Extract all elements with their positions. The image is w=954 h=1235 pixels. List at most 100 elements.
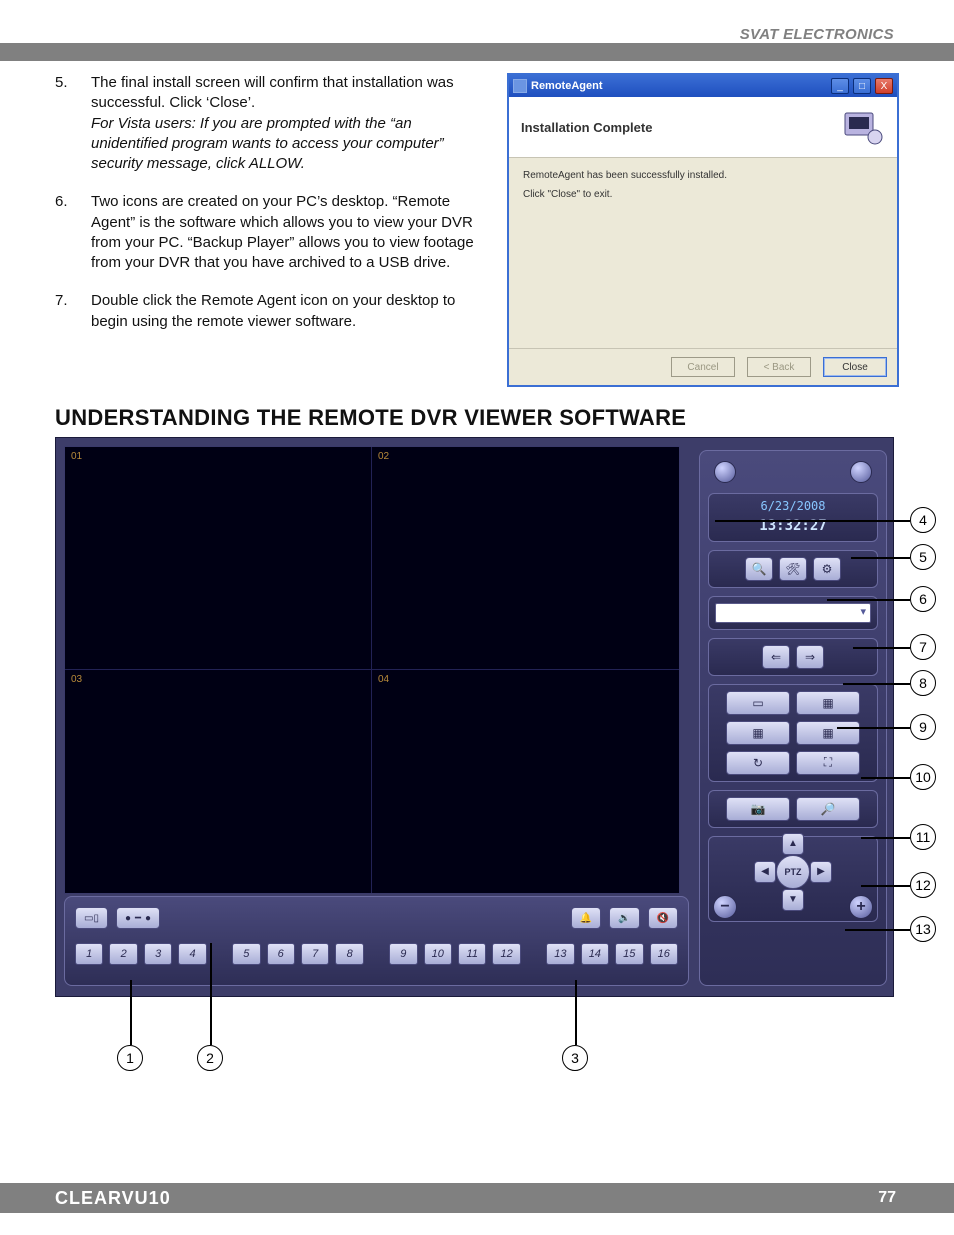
- channel-button-15[interactable]: 15: [615, 943, 643, 965]
- ptz-center-button[interactable]: PTZ: [776, 855, 810, 889]
- channel-button-3[interactable]: 3: [144, 943, 172, 965]
- close-icon[interactable]: [850, 461, 872, 483]
- layout-4-icon[interactable]: ▦: [796, 691, 860, 715]
- installer-heading: Installation Complete: [521, 120, 839, 135]
- installer-msg: RemoteAgent has been successfully instal…: [523, 170, 883, 181]
- site-dropdown[interactable]: [715, 603, 871, 623]
- dvr-viewer: 01 02 03 04 6/23/2008 13:32:27 🔍 🛠 ⚙: [55, 437, 894, 997]
- callout-11: 11: [916, 829, 931, 845]
- date-text: 6/23/2008: [760, 500, 825, 513]
- time-text: 13:32:27: [759, 519, 826, 534]
- maximize-button[interactable]: □: [853, 78, 871, 94]
- layout-16-icon[interactable]: ▦: [796, 721, 860, 745]
- sidebar-top-row: [708, 459, 878, 485]
- settings-icon[interactable]: ⚙: [813, 557, 841, 581]
- channel-button-7[interactable]: 7: [301, 943, 329, 965]
- callout-2: 2: [206, 1050, 214, 1066]
- zoom-out-icon[interactable]: −: [713, 895, 737, 919]
- section-heading: UNDERSTANDING THE REMOTE DVR VIEWER SOFT…: [55, 405, 686, 431]
- channel-button-10[interactable]: 10: [424, 943, 452, 965]
- channel-button-9[interactable]: 9: [389, 943, 417, 965]
- video-channel-4[interactable]: 04: [372, 670, 679, 893]
- snapshot-icon[interactable]: 📷: [726, 797, 790, 821]
- mute-button[interactable]: 🔇: [648, 907, 678, 929]
- dvr-viewer-wrap: 01 02 03 04 6/23/2008 13:32:27 🔍 🛠 ⚙: [55, 437, 894, 997]
- channel-label: 02: [378, 451, 389, 462]
- record-button[interactable]: ●━●: [116, 907, 160, 929]
- installer-body: RemoteAgent has been successfully instal…: [509, 158, 897, 348]
- channel-button-5[interactable]: 5: [232, 943, 260, 965]
- ptz-left-icon[interactable]: ◀: [754, 861, 776, 883]
- channel-button-12[interactable]: 12: [492, 943, 520, 965]
- fullscreen-icon[interactable]: ⛶: [796, 751, 860, 775]
- installer-footer: Cancel < Back Close: [509, 348, 897, 385]
- callout-4: 4: [919, 512, 927, 528]
- content-area: 5. The final install screen will confirm…: [55, 73, 899, 350]
- site-dropdown-row: [708, 596, 878, 630]
- instruction-item: 6. Two icons are created on your PC’s de…: [55, 192, 485, 273]
- instruction-item: 7. Double click the Remote Agent icon on…: [55, 291, 485, 332]
- back-button[interactable]: < Back: [747, 357, 811, 377]
- tools-icon[interactable]: 🛠: [779, 557, 807, 581]
- step-number: 7.: [55, 291, 73, 332]
- audio-button[interactable]: 🔉: [609, 907, 639, 929]
- zoom-icon[interactable]: 🔎: [796, 797, 860, 821]
- channel-button-13[interactable]: 13: [546, 943, 574, 965]
- instruction-item: 5. The final install screen will confirm…: [55, 73, 485, 174]
- window-close-button[interactable]: X: [875, 78, 893, 94]
- channel-label: 03: [71, 674, 82, 685]
- step-text: The final install screen will confirm th…: [91, 74, 454, 111]
- video-channel-2[interactable]: 02: [372, 447, 679, 670]
- footer-page-number: 77: [878, 1189, 896, 1207]
- layout-9-icon[interactable]: ▦: [726, 721, 790, 745]
- channel-button-6[interactable]: 6: [267, 943, 295, 965]
- cancel-button[interactable]: Cancel: [671, 357, 735, 377]
- channel-button-8[interactable]: 8: [335, 943, 363, 965]
- minimize-button[interactable]: _: [831, 78, 849, 94]
- hdd-indicator: ▭▯: [75, 907, 108, 929]
- channel-button-11[interactable]: 11: [458, 943, 486, 965]
- video-channel-1[interactable]: 01: [65, 447, 372, 670]
- channel-button-4[interactable]: 4: [178, 943, 206, 965]
- channel-label: 01: [71, 451, 82, 462]
- app-icon: [513, 79, 527, 93]
- manual-page: SVAT ELECTRONICS now you can see 5. The …: [0, 0, 954, 1235]
- minimize-icon[interactable]: [714, 461, 736, 483]
- ptz-up-icon[interactable]: ▲: [782, 833, 804, 855]
- callout-8: 8: [919, 675, 927, 691]
- channel-button-16[interactable]: 16: [650, 943, 678, 965]
- callout-6: 6: [919, 591, 927, 607]
- step-number: 5.: [55, 73, 73, 174]
- tools-row: 🔍 🛠 ⚙: [708, 550, 878, 588]
- window-title: RemoteAgent: [531, 80, 827, 92]
- bottombar-row1: ▭▯ ●━● 🔔 🔉 🔇: [75, 903, 678, 933]
- search-icon[interactable]: 🔍: [745, 557, 773, 581]
- connect-icon[interactable]: ⇐: [762, 645, 790, 669]
- instructions-list: 5. The final install screen will confirm…: [55, 73, 485, 332]
- sequence-icon[interactable]: ↻: [726, 751, 790, 775]
- channel-button-2[interactable]: 2: [109, 943, 137, 965]
- layout-1-icon[interactable]: ▭: [726, 691, 790, 715]
- page-footer: CLEARVU10 77: [0, 1183, 954, 1213]
- alarm-button[interactable]: 🔔: [571, 907, 601, 929]
- dvr-bottombar: ▭▯ ●━● 🔔 🔉 🔇 1 2 3 4 5 6 7 8: [64, 896, 689, 986]
- footer-model: CLEARVU10: [55, 1188, 171, 1209]
- connect-row: ⇐ ⇒: [708, 638, 878, 676]
- dvr-sidebar: 6/23/2008 13:32:27 🔍 🛠 ⚙ ⇐ ⇒ ▭: [699, 450, 887, 986]
- callout-5: 5: [919, 549, 927, 565]
- ptz-control: ▲ ▼ ◀ ▶ PTZ − +: [708, 836, 878, 922]
- video-grid[interactable]: 01 02 03 04: [64, 446, 680, 894]
- record-icon: ●: [125, 913, 131, 924]
- ptz-right-icon[interactable]: ▶: [810, 861, 832, 883]
- channel-button-1[interactable]: 1: [75, 943, 103, 965]
- close-button[interactable]: Close: [823, 357, 887, 377]
- disconnect-icon[interactable]: ⇒: [796, 645, 824, 669]
- layout-row: ▭ ▦ ▦ ▦ ↻ ⛶: [708, 684, 878, 782]
- datetime-display: 6/23/2008 13:32:27: [708, 493, 878, 542]
- zoom-in-icon[interactable]: +: [849, 895, 873, 919]
- callout-3: 3: [571, 1050, 579, 1066]
- record-icon: ●: [145, 913, 151, 924]
- video-channel-3[interactable]: 03: [65, 670, 372, 893]
- channel-button-14[interactable]: 14: [581, 943, 609, 965]
- callout-13: 13: [915, 921, 931, 937]
